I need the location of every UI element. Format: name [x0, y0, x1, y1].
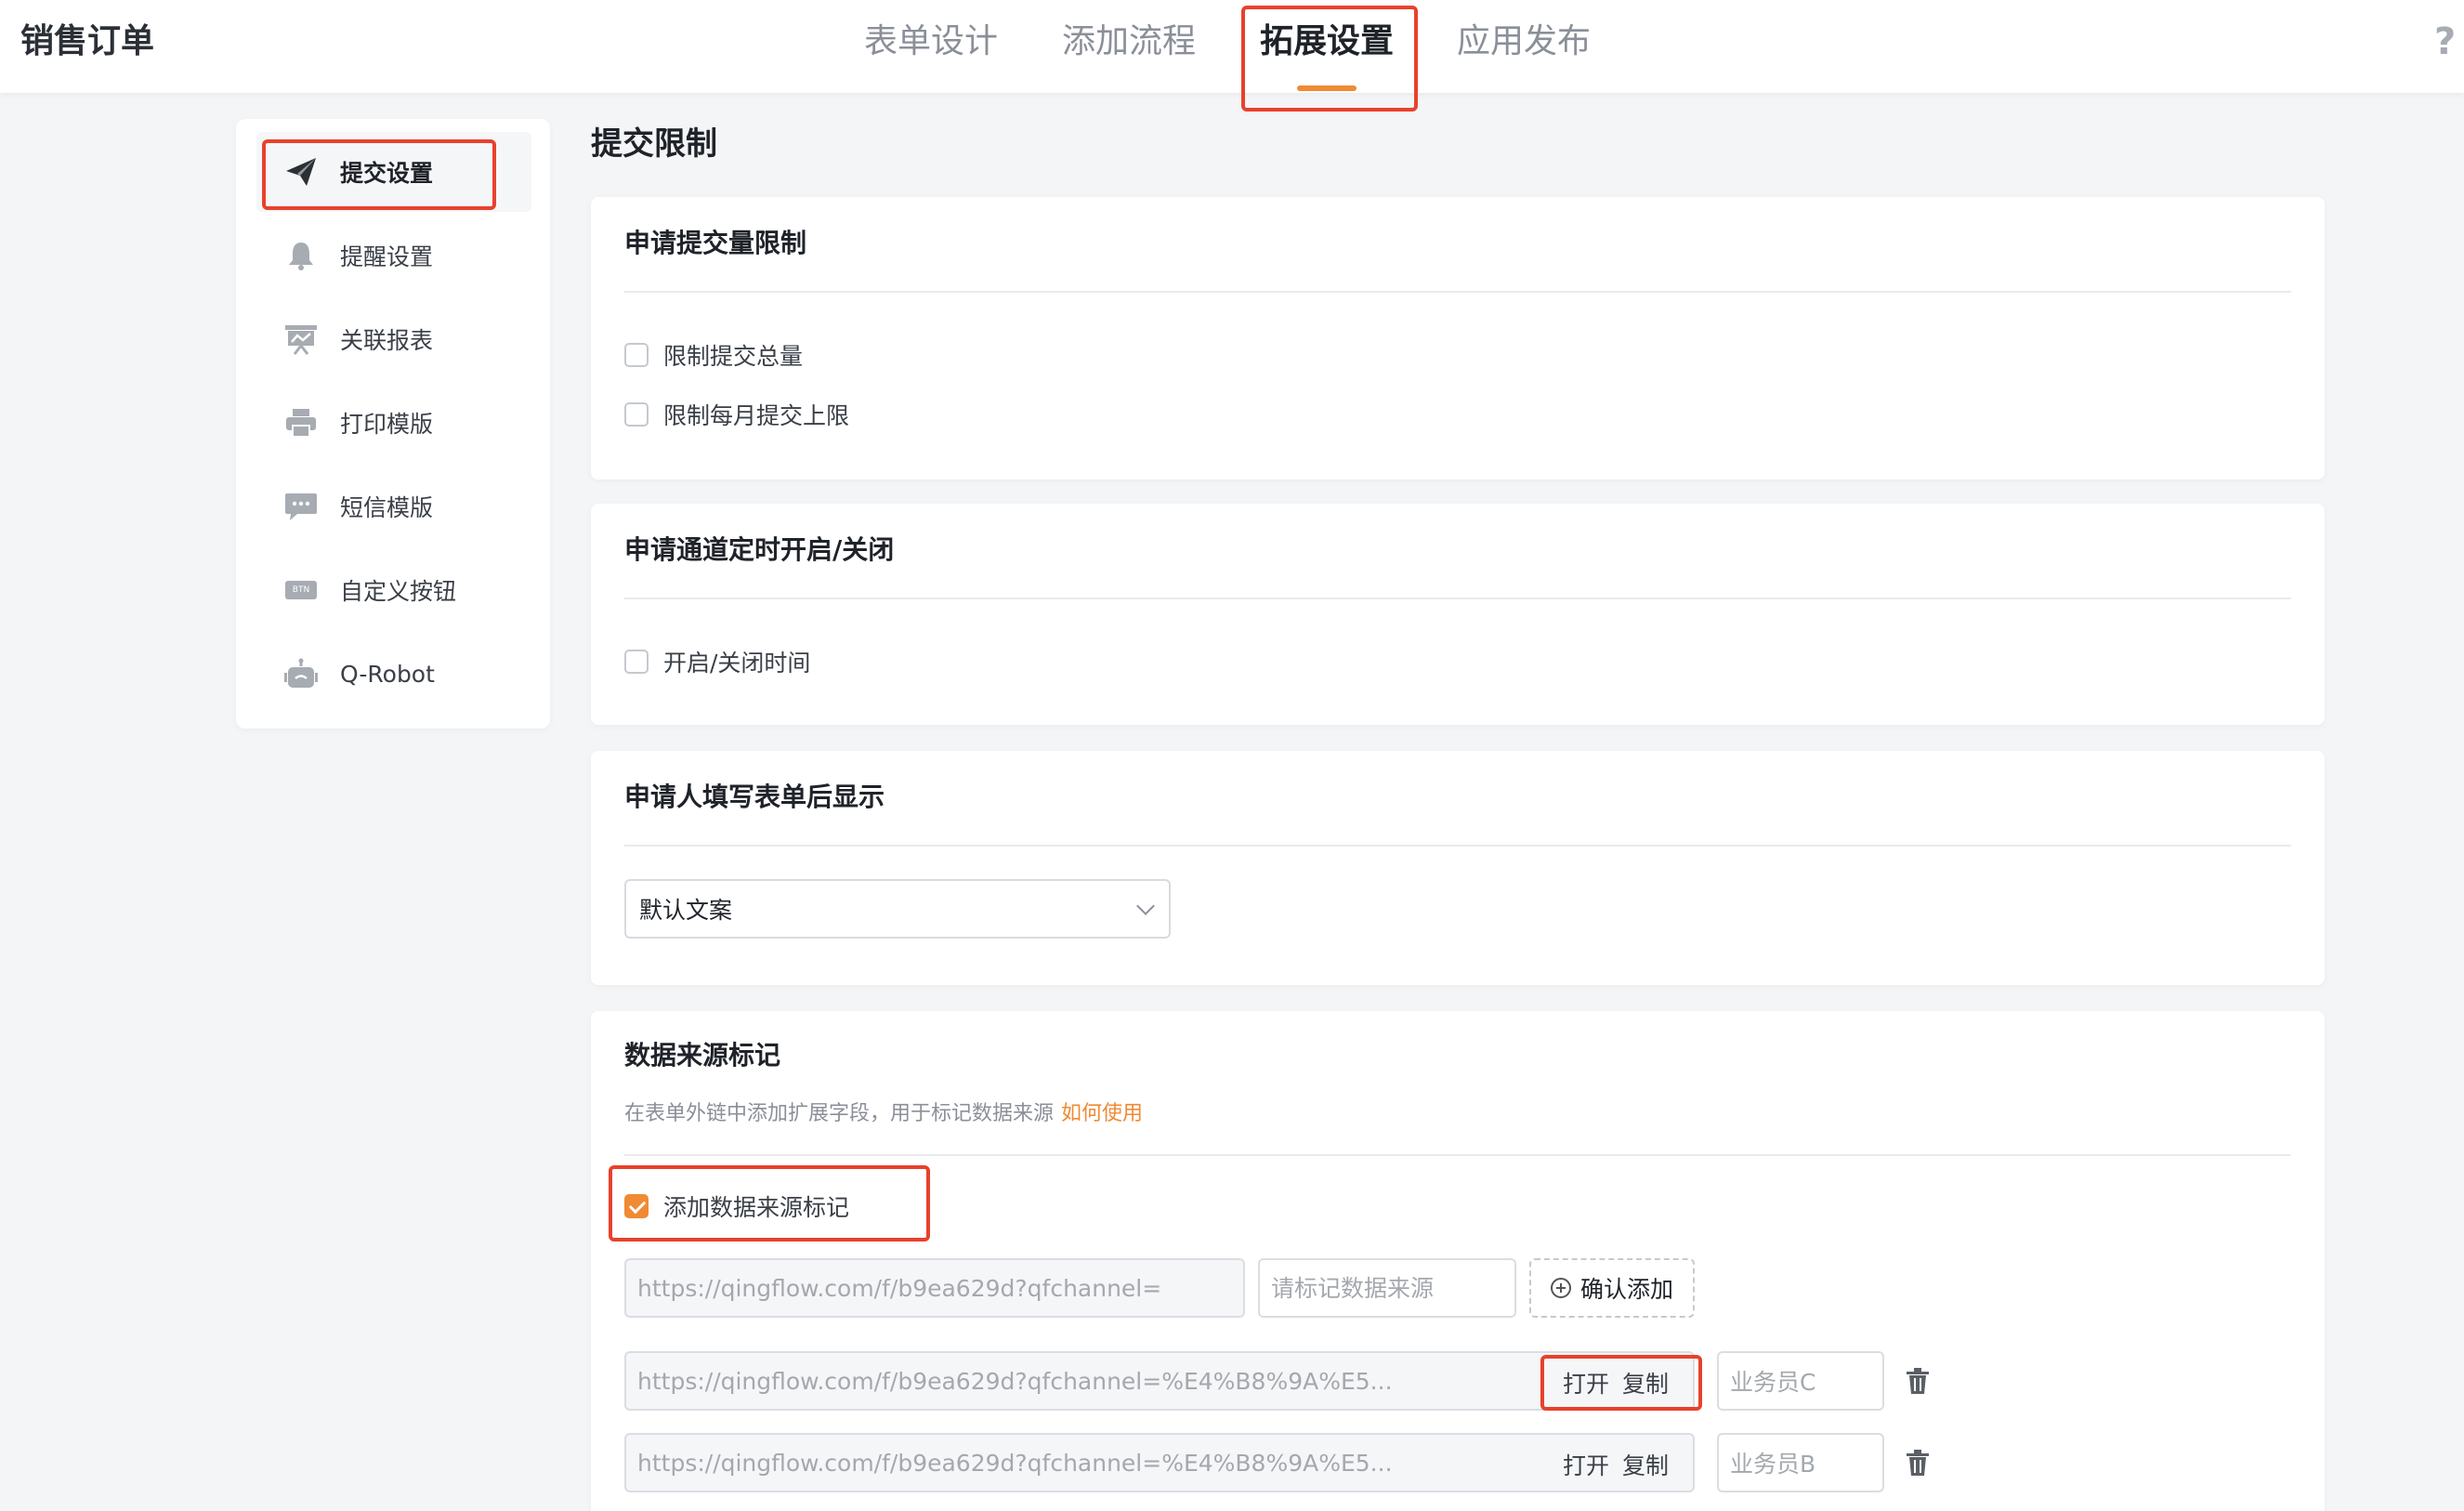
tab-extended-settings[interactable]: 拓展设置	[1260, 17, 1394, 67]
settings-sidebar: 提交设置 提醒设置 关联报表 打印模版 短信模版 BTN 自定义按钮 Q-Rob…	[236, 119, 550, 729]
btn-badge-icon: BTN	[282, 572, 320, 609]
section-title: 申请人填写表单后显示	[624, 782, 885, 812]
app-title: 销售订单	[20, 22, 155, 60]
divider	[624, 845, 2291, 847]
section-title: 申请提交量限制	[624, 228, 807, 258]
divider	[624, 1154, 2291, 1156]
sidebar-item-sms-templates[interactable]: 短信模版	[256, 466, 531, 546]
schedule-time-option[interactable]: 开启/关闭时间	[624, 643, 810, 680]
limit-total-option[interactable]: 限制提交总量	[624, 336, 803, 374]
generated-url-field[interactable]: https://qingflow.com/f/b9ea629d?qfchanne…	[624, 1351, 1695, 1411]
tab-add-workflow[interactable]: 添加流程	[1062, 17, 1196, 67]
sidebar-item-label: 自定义按钮	[340, 578, 457, 605]
copy-link-button[interactable]: 复制	[1622, 1448, 1669, 1481]
limit-total-checkbox[interactable]	[624, 343, 649, 367]
section-description: 在表单外链中添加扩展字段，用于标记数据来源 如何使用	[624, 1102, 1144, 1125]
limit-monthly-label: 限制每月提交上限	[663, 402, 850, 429]
schedule-time-label: 开启/关闭时间	[663, 650, 811, 677]
after-submit-display-card: 申请人填写表单后显示 默认文案	[591, 751, 2325, 985]
schedule-time-checkbox[interactable]	[624, 650, 649, 674]
sidebar-item-reminder-settings[interactable]: 提醒设置	[256, 216, 531, 296]
section-title: 数据来源标记	[624, 1040, 781, 1071]
chevron-down-icon	[1136, 897, 1155, 915]
active-tab-indicator	[1297, 85, 1357, 91]
data-source-tag-card: 数据来源标记 在表单外链中添加扩展字段，用于标记数据来源 如何使用 添加数据来源标…	[591, 1011, 2325, 1511]
open-link-button[interactable]: 打开	[1563, 1366, 1609, 1399]
add-source-tag-label: 添加数据来源标记	[663, 1194, 850, 1221]
trash-icon[interactable]	[1907, 1450, 1929, 1476]
help-icon[interactable]: ?	[2434, 17, 2456, 67]
divider	[624, 291, 2291, 293]
sidebar-item-label: 短信模版	[340, 494, 434, 521]
report-board-icon	[282, 321, 320, 358]
chat-bubble-icon	[282, 488, 320, 525]
tab-form-design[interactable]: 表单设计	[864, 17, 998, 67]
tab-app-publish[interactable]: 应用发布	[1457, 17, 1591, 67]
section-title: 申请通道定时开启/关闭	[624, 534, 895, 565]
add-source-tag-checkbox[interactable]	[624, 1194, 649, 1218]
trash-icon[interactable]	[1907, 1368, 1929, 1394]
source-name-field[interactable]: 业务员B	[1717, 1433, 1884, 1492]
plus-circle-icon	[1550, 1278, 1571, 1298]
select-value: 默认文案	[639, 897, 733, 924]
source-name-input[interactable]	[1271, 1274, 1514, 1302]
limit-monthly-option[interactable]: 限制每月提交上限	[624, 396, 849, 433]
channel-schedule-card: 申请通道定时开启/关闭 开启/关闭时间	[591, 504, 2325, 725]
sidebar-item-label: Q-Robot	[340, 660, 435, 688]
limit-total-label: 限制提交总量	[663, 343, 804, 370]
submit-limit-card: 申请提交量限制 限制提交总量 限制每月提交上限	[591, 197, 2325, 480]
sidebar-item-label: 提醒设置	[340, 243, 434, 270]
divider	[624, 598, 2291, 599]
limit-monthly-checkbox[interactable]	[624, 402, 649, 427]
sidebar-item-label: 关联报表	[340, 327, 434, 354]
sidebar-item-custom-buttons[interactable]: BTN 自定义按钮	[256, 550, 531, 630]
sidebar-item-label: 提交设置	[340, 160, 434, 187]
paper-plane-icon	[282, 153, 320, 191]
printer-icon	[282, 404, 320, 441]
top-bar: 销售订单 表单设计 添加流程 拓展设置 应用发布 ?	[0, 0, 2464, 93]
after-submit-select[interactable]: 默认文案	[624, 879, 1171, 939]
bell-icon	[282, 237, 320, 274]
sidebar-item-print-templates[interactable]: 打印模版	[256, 383, 531, 463]
base-url-field[interactable]: https://qingflow.com/f/b9ea629d?qfchanne…	[624, 1258, 1245, 1318]
source-name-input-wrapper[interactable]	[1258, 1258, 1516, 1318]
copy-link-button[interactable]: 复制	[1622, 1366, 1669, 1399]
generated-url-field[interactable]: https://qingflow.com/f/b9ea629d?qfchanne…	[624, 1433, 1695, 1492]
how-to-use-link[interactable]: 如何使用	[1061, 1102, 1143, 1125]
source-name-field[interactable]: 业务员C	[1717, 1351, 1884, 1411]
page-title: 提交限制	[591, 125, 717, 163]
add-source-tag-option[interactable]: 添加数据来源标记	[624, 1188, 849, 1225]
open-link-button[interactable]: 打开	[1563, 1448, 1609, 1481]
sidebar-item-linked-reports[interactable]: 关联报表	[256, 299, 531, 379]
sidebar-item-submit-settings[interactable]: 提交设置	[256, 132, 531, 212]
sidebar-item-q-robot[interactable]: Q-Robot	[256, 634, 531, 714]
sidebar-item-label: 打印模版	[340, 411, 434, 438]
confirm-add-button[interactable]: 确认添加	[1529, 1258, 1695, 1318]
robot-icon	[282, 655, 320, 692]
